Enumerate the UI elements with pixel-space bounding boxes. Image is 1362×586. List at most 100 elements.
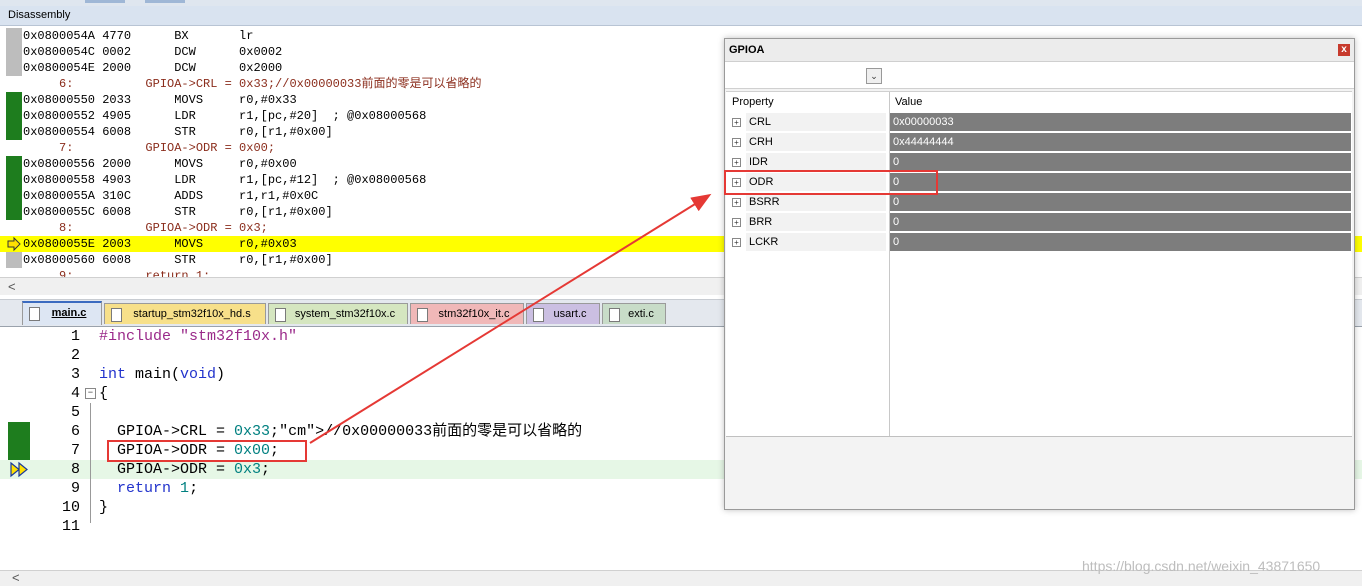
disassembly-title: Disassembly: [8, 9, 71, 21]
disassembly-title-bar: Disassembly: [0, 6, 1362, 26]
line-marker: [8, 479, 30, 498]
value-column-header: Value: [895, 96, 923, 108]
line-marker: [8, 441, 30, 460]
line-number: 5: [70, 404, 80, 421]
register-value[interactable]: 0: [890, 193, 1351, 211]
expand-plus-icon[interactable]: +: [732, 178, 741, 187]
tab-label: exti.c: [628, 308, 654, 320]
line-marker: [8, 384, 30, 403]
register-name: BRR: [746, 213, 886, 231]
tab-system-stm32f10x-c[interactable]: system_stm32f10x.c: [268, 303, 408, 324]
instruction-text: 0x08000560 6008 STR r0,[r1,#0x00]: [23, 253, 333, 267]
register-value[interactable]: 0: [890, 173, 1351, 191]
tab-exti-c[interactable]: exti.c: [602, 303, 666, 324]
execution-marker: [6, 60, 22, 76]
gpioa-title: GPIOA: [729, 44, 765, 56]
register-row-crl[interactable]: + CRL 0x00000033: [726, 112, 1352, 132]
register-row-lckr[interactable]: + LCKR 0: [726, 232, 1352, 252]
top-tab-indicator: [145, 0, 185, 3]
line-marker: [8, 327, 30, 346]
chevron-down-icon[interactable]: ⌄: [866, 68, 882, 84]
tab-label: system_stm32f10x.c: [294, 308, 396, 320]
register-value[interactable]: 0: [890, 233, 1351, 251]
line-marker: [8, 422, 30, 441]
line-number: 11: [61, 518, 80, 535]
register-row-idr[interactable]: + IDR 0: [726, 152, 1352, 172]
line-marker: [8, 365, 30, 384]
execution-marker: [6, 220, 22, 236]
gpioa-window[interactable]: GPIOA x ⌄ Property Value + CRL 0x00000033 +…: [724, 38, 1355, 510]
tab-label: startup_stm32f10x_hd.s: [133, 308, 251, 320]
register-value[interactable]: 0x44444444: [890, 133, 1351, 151]
register-name: CRL: [746, 113, 886, 131]
expand-plus-icon[interactable]: +: [732, 238, 741, 247]
source-line-text: 7: GPIOA->ODR = 0x00;: [23, 141, 276, 155]
tab-startup-stm32f10x-hd-s[interactable]: startup_stm32f10x_hd.s: [104, 303, 266, 324]
scroll-left-icon[interactable]: <: [12, 570, 20, 585]
expand-plus-icon[interactable]: +: [732, 218, 741, 227]
source-line-text: 6: GPIOA->CRL = 0x33;//0x00000033前面的零是可以…: [23, 77, 482, 91]
current-line-arrow-icon: [8, 460, 30, 479]
line-number: 4: [70, 385, 80, 402]
expand-plus-icon[interactable]: +: [732, 158, 741, 167]
current-instruction-arrow-icon: [6, 236, 22, 252]
line-number: 8: [70, 461, 80, 478]
code-text: int main(void): [99, 366, 226, 383]
editor-line[interactable]: 11: [0, 517, 1362, 536]
execution-marker: [6, 156, 22, 172]
register-row-bsrr[interactable]: + BSRR 0: [726, 192, 1352, 212]
code-text: GPIOA->CRL = 0x33;"cm">//0x00000033前面的零是…: [99, 423, 583, 440]
code-text: GPIOA->ODR = 0x00;: [99, 442, 280, 459]
expand-plus-icon[interactable]: +: [732, 198, 741, 207]
property-column-header: Property: [732, 96, 774, 108]
fold-guide: [90, 403, 91, 523]
code-text: #include "stm32f10x.h": [99, 328, 298, 345]
register-row-odr[interactable]: + ODR 0: [726, 172, 1352, 192]
register-name: BSRR: [746, 193, 886, 211]
line-number: 10: [61, 499, 80, 516]
expand-plus-icon[interactable]: +: [732, 138, 741, 147]
line-number: 6: [70, 423, 80, 440]
register-row-brr[interactable]: + BRR 0: [726, 212, 1352, 232]
fold-minus-icon[interactable]: −: [85, 388, 96, 399]
tab-usart-c[interactable]: usart.c: [526, 303, 600, 324]
peripheral-combo[interactable]: ⌄: [725, 62, 1354, 89]
instruction-text: 0x08000552 4905 LDR r1,[pc,#20] ; @0x080…: [23, 109, 427, 123]
instruction-text: 0x0800054A 4770 BX lr: [23, 29, 254, 43]
tab-main-c[interactable]: main.c: [22, 301, 102, 325]
line-marker: [8, 517, 30, 536]
instruction-text: 0x0800054E 2000 DCW 0x2000: [23, 61, 283, 75]
register-name: CRH: [746, 133, 886, 151]
line-number: 3: [70, 366, 80, 383]
instruction-text: 0x08000550 2033 MOVS r0,#0x33: [23, 93, 297, 107]
register-grid: Property Value + CRL 0x00000033 + CRH 0x44444…: [726, 91, 1352, 437]
instruction-text: 0x0800054C 0002 DCW 0x0002: [23, 45, 283, 59]
code-text: {: [99, 385, 109, 402]
line-number: 2: [70, 347, 80, 364]
register-value[interactable]: 0: [890, 153, 1351, 171]
execution-marker: [6, 140, 22, 156]
close-icon[interactable]: x: [1338, 44, 1350, 56]
tab-label: main.c: [51, 307, 87, 319]
instruction-text: 0x0800055E 2003 MOVS r0,#0x03: [23, 237, 297, 251]
register-value[interactable]: 0x00000033: [890, 113, 1351, 131]
source-line-text: 9: return 1;: [23, 269, 211, 277]
line-marker: [8, 346, 30, 365]
execution-marker: [6, 28, 22, 44]
register-name: LCKR: [746, 233, 886, 251]
register-name: ODR: [746, 173, 886, 191]
register-value[interactable]: 0: [890, 213, 1351, 231]
expand-plus-icon[interactable]: +: [732, 118, 741, 127]
execution-marker: [6, 268, 22, 277]
line-marker: [8, 498, 30, 517]
tab-label: stm32f10x_it.c: [438, 308, 510, 320]
gpioa-title-bar[interactable]: GPIOA x: [725, 39, 1354, 62]
instruction-text: 0x08000558 4903 LDR r1,[pc,#12] ; @0x080…: [23, 173, 427, 187]
instruction-text: 0x0800055C 6008 STR r0,[r1,#0x00]: [23, 205, 333, 219]
tab-stm32f10x-it-c[interactable]: stm32f10x_it.c: [410, 303, 524, 324]
scroll-left-icon[interactable]: <: [8, 278, 16, 295]
line-number: 7: [70, 442, 80, 459]
code-text: GPIOA->ODR = 0x3;: [99, 461, 271, 478]
execution-marker: [6, 44, 22, 60]
register-row-crh[interactable]: + CRH 0x44444444: [726, 132, 1352, 152]
